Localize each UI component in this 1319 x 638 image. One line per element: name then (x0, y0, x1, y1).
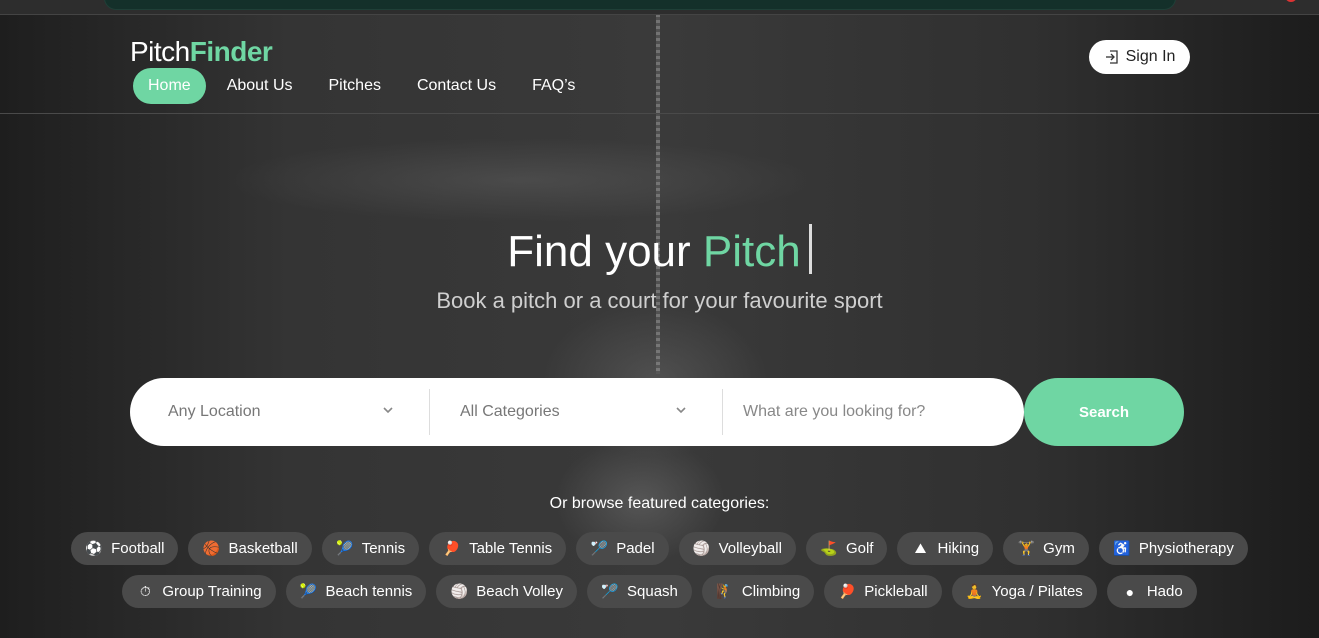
padel-icon: 🏸 (590, 540, 608, 556)
category-chip-hado[interactable]: ● Hado (1106, 575, 1197, 608)
category-chip-label: Yoga / Pilates (991, 583, 1083, 600)
category-chip-padel[interactable]: 🏸 Padel (576, 532, 669, 565)
category-chip-label: Beach tennis (325, 583, 413, 600)
nav-about-us[interactable]: About Us (212, 68, 308, 104)
golf-ball-icon: ⛳ (820, 540, 838, 556)
category-chip-label: Beach Volley (476, 583, 564, 600)
browser-address-bar[interactable] (104, 0, 1176, 10)
search-input[interactable] (723, 389, 1024, 435)
nav-faqs[interactable]: FAQ’s (517, 68, 590, 104)
category-chip-volleyball[interactable]: 🏐 Volleyball (678, 532, 796, 565)
featured-categories-row-2: ⏱ Group Training 🎾 Beach tennis 🏐 Beach Vol… (0, 575, 1319, 608)
beach-tennis-icon: 🎾 (299, 583, 318, 599)
category-chip-label: Group Training (162, 583, 262, 600)
category-chip-label: Table Tennis (469, 540, 553, 557)
browser-indicator-dot (1285, 0, 1297, 2)
nav-pitches[interactable]: Pitches (314, 68, 396, 104)
physiotherapy-icon: ♿ (1113, 540, 1131, 556)
category-chip-yoga-pilates[interactable]: 🧘 Yoga / Pilates (951, 575, 1097, 608)
pickleball-icon: 🏓 (838, 583, 856, 599)
category-chip-physiotherapy[interactable]: ♿ Physiotherapy (1098, 532, 1248, 565)
browser-top-strip (0, 0, 1319, 15)
category-chip-group-training[interactable]: ⏱ Group Training (122, 575, 276, 608)
squash-racket-icon: 🏸 (601, 583, 619, 599)
beach-volley-icon: 🏐 (450, 583, 468, 599)
tennis-racket-icon: 🎾 (335, 540, 354, 556)
sign-in-icon (1105, 50, 1118, 64)
category-chip-label: Physiotherapy (1138, 540, 1234, 557)
category-chip-table-tennis[interactable]: 🏓 Table Tennis (429, 532, 567, 565)
search-button[interactable]: Search (1024, 378, 1184, 446)
category-chip-label: Climbing (741, 583, 801, 600)
hero-title-prefix: Find your (507, 227, 703, 276)
hado-icon: ● (1125, 583, 1135, 600)
nav-contact-us[interactable]: Contact Us (402, 68, 511, 104)
category-chip-label: Pickleball (864, 583, 928, 600)
category-chip-gym[interactable]: 🏋 Gym (1003, 532, 1089, 565)
featured-categories-row-1: ⚽ Football 🏀 Basketball 🎾 Tennis 🏓 Table Ten… (0, 532, 1319, 565)
category-chip-label: Hado (1146, 583, 1183, 600)
category-chip-tennis[interactable]: 🎾 Tennis (321, 532, 420, 565)
chevron-down-icon (676, 407, 686, 414)
search-bar: Any Location All Categories (130, 378, 1024, 446)
hero-subtitle: Book a pitch or a court for your favouri… (436, 288, 883, 313)
location-select[interactable]: Any Location (130, 389, 430, 435)
site-logo[interactable]: PitchFinder (130, 36, 273, 68)
category-chip-beach-tennis[interactable]: 🎾 Beach tennis (285, 575, 427, 608)
category-chip-squash[interactable]: 🏸 Squash (587, 575, 692, 608)
nav-home[interactable]: Home (133, 68, 206, 104)
yoga-icon: 🧘 (965, 583, 984, 599)
category-select-value: All Categories (460, 403, 560, 420)
category-chip-label: Volleyball (718, 540, 782, 557)
basketball-icon: 🏀 (202, 540, 221, 556)
sign-in-label: Sign In (1125, 48, 1176, 65)
category-chip-label: Tennis (361, 540, 406, 557)
dumbbell-icon: 🏋 (1017, 540, 1035, 556)
browse-categories-label: Or browse featured categories: (549, 495, 770, 512)
mountain-icon: ⛰ (914, 540, 927, 556)
typing-cursor (808, 224, 812, 274)
logo-part-pitch: Pitch (130, 36, 190, 67)
category-chip-golf[interactable]: ⛳ Golf (805, 532, 888, 565)
hero-title-highlight: Pitch (702, 227, 801, 276)
football-icon: ⚽ (85, 540, 103, 556)
site-header: PitchFinder Home About Us Pitches Contac… (0, 16, 1319, 114)
sign-in-button[interactable]: Sign In (1089, 40, 1190, 74)
category-chip-climbing[interactable]: 🧗 Climbing (701, 575, 815, 608)
table-tennis-icon: 🏓 (443, 540, 461, 556)
climbing-icon: 🧗 (716, 583, 734, 599)
logo-part-finder: Finder (189, 36, 273, 67)
hero-title: Find your Pitch (0, 224, 1319, 277)
category-chip-pickleball[interactable]: 🏓 Pickleball (824, 575, 942, 608)
location-select-value: Any Location (168, 403, 261, 420)
category-chip-basketball[interactable]: 🏀 Basketball (188, 532, 312, 565)
category-chip-beach-volley[interactable]: 🏐 Beach Volley (436, 575, 578, 608)
category-chip-label: Gym (1043, 540, 1075, 557)
category-chip-label: Basketball (228, 540, 298, 557)
category-select[interactable]: All Categories (430, 389, 723, 435)
category-chip-hiking[interactable]: ⛰ Hiking (897, 532, 994, 565)
category-chip-football[interactable]: ⚽ Football (71, 532, 179, 565)
volleyball-icon: 🏐 (692, 540, 711, 556)
stopwatch-icon: ⏱ (139, 583, 151, 599)
main-nav: Home About Us Pitches Contact Us FAQ’s (133, 68, 596, 104)
category-chip-label: Hiking (937, 540, 980, 557)
category-chip-label: Golf (845, 540, 874, 557)
category-chip-label: Football (111, 540, 165, 557)
category-chip-label: Padel (616, 540, 655, 557)
chevron-down-icon (383, 407, 393, 414)
category-chip-label: Squash (627, 583, 678, 600)
